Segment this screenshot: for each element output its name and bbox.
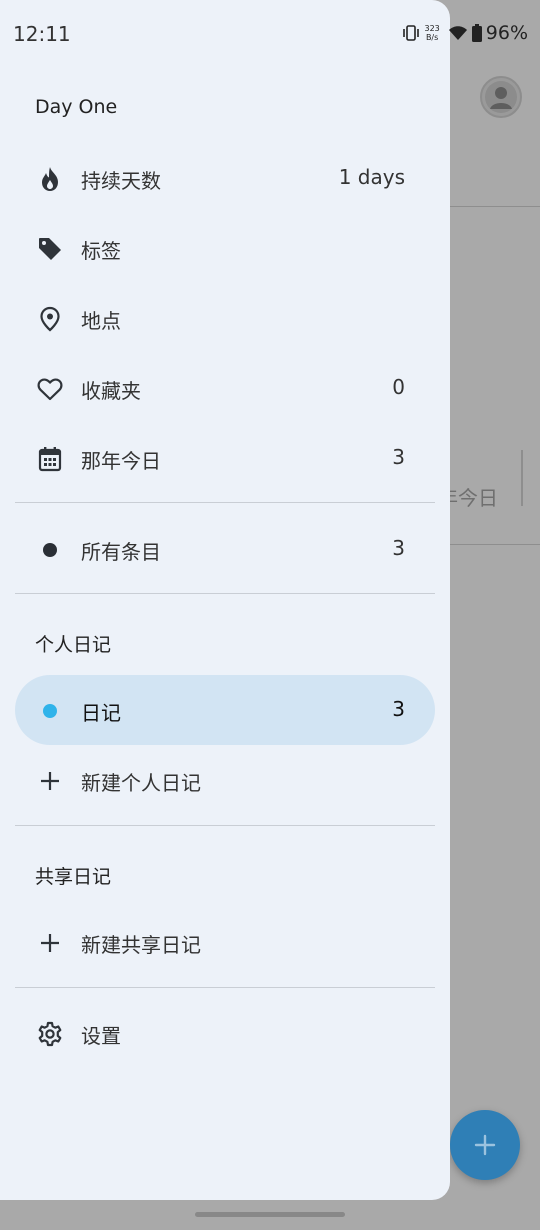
drawer-item-tags[interactable]: 标签 [15,213,435,283]
drawer-divider [15,825,435,826]
all-entries-count: 3 [392,536,405,560]
profile-avatar[interactable] [480,76,522,118]
drawer-divider [15,987,435,988]
new-personal-journal-button[interactable]: 新建个人日记 [15,745,435,815]
tag-icon [37,236,63,262]
status-bar: 12:11 323 B/s 96% [0,0,540,70]
drawer-item-label: 新建共享日记 [81,933,201,957]
drawer-divider [15,502,435,503]
drawer-item-all-entries[interactable]: 所有条目 3 [15,514,435,584]
background-divider [521,450,523,506]
new-shared-journal-button[interactable]: 新建共享日记 [15,907,435,977]
plus-icon [37,930,63,956]
battery-icon [471,24,482,42]
drawer-item-label: 那年今日 [81,449,161,473]
drawer-item-label: 所有条目 [81,540,161,564]
status-time: 12:11 [13,22,71,46]
location-pin-icon [37,306,63,332]
person-icon [485,81,517,113]
drawer-divider [15,593,435,594]
personal-journals-heading: 个人日记 [35,634,112,656]
status-icons: 323 B/s 96% [402,22,528,44]
drawer-item-places[interactable]: 地点 [15,283,435,353]
drawer-item-label: 地点 [81,309,121,333]
drawer-item-journal[interactable]: 日记 3 [15,675,435,745]
navigation-drawer: Day One 持续天数 1 days 标签 地点 收藏夹 0 那年今日 3 所… [0,0,450,1200]
drawer-item-label: 设置 [81,1024,121,1048]
drawer-item-label: 持续天数 [81,169,161,193]
drawer-item-on-this-day[interactable]: 那年今日 3 [15,423,435,493]
drawer-item-label: 收藏夹 [81,379,141,403]
on-this-day-count: 3 [392,445,405,469]
drawer-title: Day One [35,96,118,118]
background-divider [440,544,540,545]
drawer-item-favorites[interactable]: 收藏夹 0 [15,353,435,423]
drawer-item-label: 日记 [81,701,121,725]
favorites-count: 0 [392,375,405,399]
shared-journals-heading: 共享日记 [35,866,112,888]
network-speed: 323 B/s [424,24,439,42]
heart-icon [37,376,63,402]
streak-count: 1 days [338,165,405,189]
drawer-item-streak[interactable]: 持续天数 1 days [15,143,435,213]
battery-percentage: 96% [485,22,528,44]
vibrate-icon [403,25,420,41]
calendar-icon [37,446,63,472]
gesture-navigation-bar[interactable] [195,1212,345,1217]
journal-count: 3 [392,697,405,721]
background-divider [440,206,540,207]
gear-icon [37,1021,63,1047]
network-speed-unit: B/s [425,33,439,42]
flame-icon [37,166,63,192]
drawer-item-label: 新建个人日记 [81,771,201,795]
wifi-icon [448,26,467,40]
drawer-item-label: 标签 [81,239,121,263]
plus-icon [37,768,63,794]
journal-color-dot-icon [37,698,63,724]
network-speed-value: 323 [424,24,440,33]
plus-icon [474,1134,496,1156]
add-entry-button[interactable] [450,1110,520,1180]
dot-icon [37,537,63,563]
drawer-item-settings[interactable]: 设置 [15,998,435,1068]
